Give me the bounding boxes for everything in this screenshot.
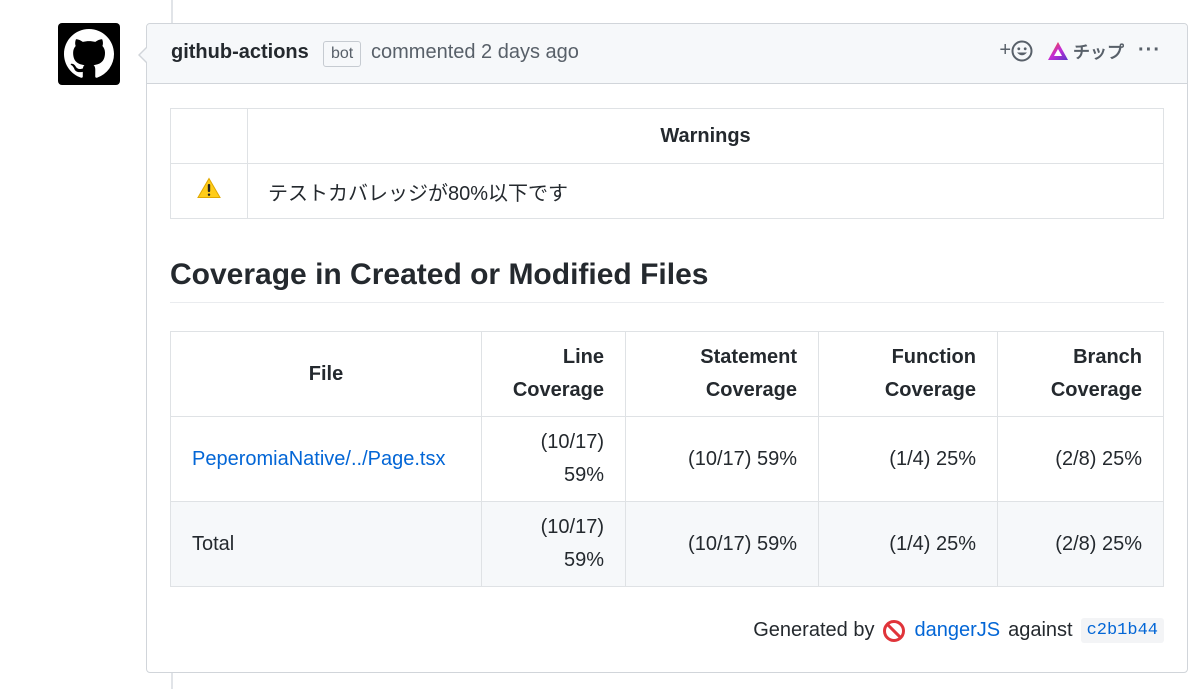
total-function-coverage: (1/4) 25%	[818, 501, 998, 587]
warnings-header-empty	[170, 108, 248, 164]
tip-label: チップ	[1073, 43, 1125, 62]
total-statement-coverage: (10/17) 59%	[625, 501, 819, 587]
generated-by-text: Generated by	[753, 619, 875, 641]
table-row: PeperomiaNative/../Page.tsx (10/17) 59% …	[170, 416, 1164, 502]
author-link[interactable]: github-actions	[171, 41, 309, 64]
header-actions: + チップ ···	[999, 38, 1161, 63]
total-label: Total	[170, 501, 482, 587]
coverage-header-function: Function Coverage	[818, 331, 998, 417]
comment-timestamp[interactable]: commented 2 days ago	[371, 41, 579, 64]
warnings-header: Warnings	[247, 108, 1164, 164]
brave-triangle-icon	[1048, 41, 1069, 60]
bot-badge: bot	[323, 41, 362, 67]
statement-coverage-cell: (10/17) 59%	[625, 416, 819, 502]
smiley-icon	[1011, 40, 1033, 61]
coverage-header-branch: Branch Coverage	[997, 331, 1164, 417]
add-reaction-button[interactable]: +	[999, 39, 1033, 62]
coverage-table: File Line Coverage Statement Coverage Fu…	[170, 331, 1164, 587]
comment-caret-inner	[140, 47, 148, 63]
total-branch-coverage: (2/8) 25%	[997, 501, 1164, 587]
warning-icon-cell	[170, 163, 248, 219]
against-text: against	[1008, 619, 1073, 641]
coverage-header-file: File	[170, 331, 482, 417]
branch-coverage-cell: (2/8) 25%	[997, 416, 1164, 502]
warning-icon	[197, 177, 221, 198]
generated-footer: Generated by dangerJS against c2b1b44	[753, 618, 1164, 643]
avatar[interactable]	[58, 23, 120, 85]
total-line-coverage: (10/17) 59%	[481, 501, 626, 587]
function-coverage-cell: (1/4) 25%	[818, 416, 998, 502]
line-coverage-cell: (10/17) 59%	[481, 416, 626, 502]
comment-header: github-actions bot commented 2 days ago …	[138, 24, 1187, 84]
more-options-button[interactable]: ···	[1138, 39, 1161, 62]
total-row: Total (10/17) 59% (10/17) 59% (1/4) 25% …	[170, 501, 1164, 587]
coverage-header-statement: Statement Coverage	[625, 331, 819, 417]
warning-row: テストカバレッジが80%以下です	[170, 163, 1164, 219]
file-cell: PeperomiaNative/../Page.tsx	[170, 416, 482, 502]
coverage-header-line: Line Coverage	[481, 331, 626, 417]
coverage-title: Coverage in Created or Modified Files	[170, 258, 1164, 303]
warnings-table: Warnings テストカバレッジが80%以下です	[170, 108, 1164, 219]
commit-sha-link[interactable]: c2b1b44	[1080, 618, 1164, 643]
file-link[interactable]: PeperomiaNative/../Page.tsx	[192, 448, 445, 470]
comment-body: Warnings テストカバレッジが80%以下です Coverage in Cr…	[170, 108, 1164, 643]
coverage-header-row: File Line Coverage Statement Coverage Fu…	[170, 331, 1164, 417]
no-entry-icon	[883, 619, 906, 642]
warning-text: テストカバレッジが80%以下です	[247, 163, 1164, 219]
comment-box: github-actions bot commented 2 days ago …	[138, 23, 1188, 673]
github-logo-icon	[64, 29, 114, 78]
warnings-header-row: Warnings	[170, 108, 1164, 164]
tip-button[interactable]: チップ	[1047, 38, 1124, 63]
dangerjs-link[interactable]: dangerJS	[914, 619, 1000, 642]
plus-label: +	[999, 39, 1012, 61]
